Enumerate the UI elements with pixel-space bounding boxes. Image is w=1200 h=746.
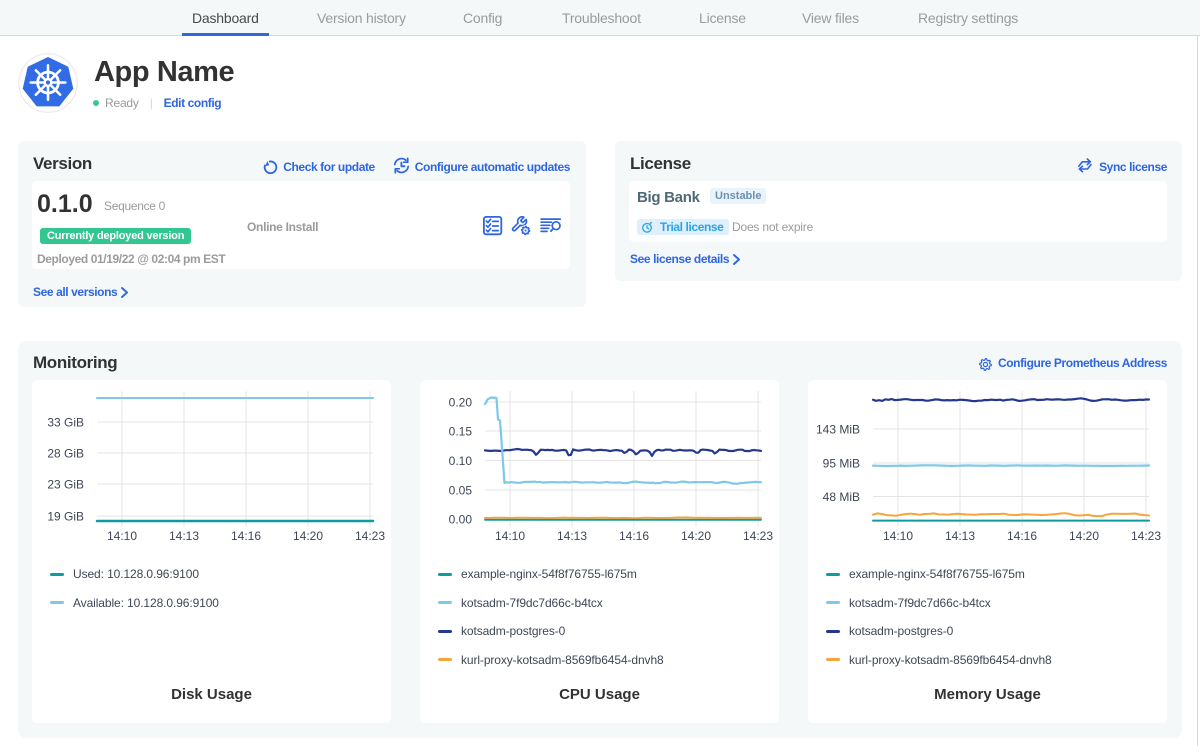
svg-text:14:16: 14:16 xyxy=(231,529,261,543)
svg-text:23 GiB: 23 GiB xyxy=(47,478,84,492)
svg-text:14:10: 14:10 xyxy=(495,529,525,543)
svg-text:0.20: 0.20 xyxy=(449,396,473,410)
svg-text:14:16: 14:16 xyxy=(619,529,649,543)
svg-text:0.00: 0.00 xyxy=(449,513,473,527)
svg-text:0.15: 0.15 xyxy=(449,425,473,439)
svg-text:14:23: 14:23 xyxy=(743,529,773,543)
svg-text:14:13: 14:13 xyxy=(945,529,975,543)
svg-text:19 GiB: 19 GiB xyxy=(47,510,84,524)
svg-text:28 GiB: 28 GiB xyxy=(47,447,84,461)
svg-text:14:16: 14:16 xyxy=(1007,529,1037,543)
svg-text:143 MiB: 143 MiB xyxy=(816,423,860,437)
svg-text:14:20: 14:20 xyxy=(293,529,323,543)
svg-text:14:23: 14:23 xyxy=(1131,529,1161,543)
svg-text:14:13: 14:13 xyxy=(557,529,587,543)
svg-text:14:20: 14:20 xyxy=(681,529,711,543)
svg-text:0.05: 0.05 xyxy=(449,484,473,498)
svg-text:14:23: 14:23 xyxy=(355,529,385,543)
svg-text:48 MiB: 48 MiB xyxy=(823,490,860,504)
svg-text:14:13: 14:13 xyxy=(169,529,199,543)
svg-text:14:10: 14:10 xyxy=(883,529,913,543)
svg-text:95 MiB: 95 MiB xyxy=(823,457,860,471)
svg-text:14:20: 14:20 xyxy=(1069,529,1099,543)
svg-text:0.10: 0.10 xyxy=(449,454,473,468)
svg-text:33 GiB: 33 GiB xyxy=(47,416,84,430)
svg-text:14:10: 14:10 xyxy=(107,529,137,543)
